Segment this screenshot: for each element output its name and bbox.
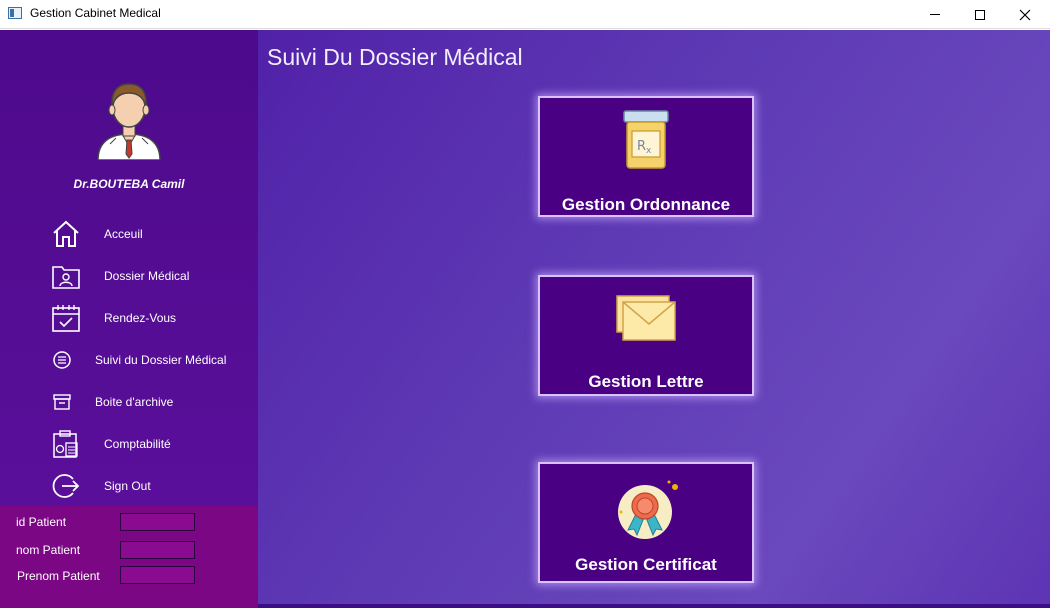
window-titlebar: Gestion Cabinet Medical (0, 0, 1050, 29)
sidebar-item-label: Boite d'archive (95, 395, 174, 409)
sidebar-item-label: Rendez-Vous (104, 311, 177, 325)
home-icon (53, 220, 79, 247)
sidebar-item-label: Dossier Médical (104, 269, 190, 283)
sidebar-item-comptabilite[interactable]: Comptabilité (0, 425, 258, 465)
minimize-icon (930, 14, 940, 15)
prenom-patient-label: Prenom Patient (17, 569, 100, 583)
sidebar-item-label: Suivi du Dossier Médical (95, 353, 227, 367)
envelope-icon (616, 295, 676, 341)
svg-text:R: R (637, 139, 646, 154)
nom-patient-label: nom Patient (16, 543, 81, 557)
sidebar-item-suivi-dossier[interactable]: Suivi du Dossier Médical (0, 341, 258, 381)
gestion-ordonnance-button[interactable]: R x Gestion Ordonnance (538, 96, 754, 217)
close-icon (1019, 9, 1031, 20)
folder-user-icon (52, 266, 80, 289)
sign-out-icon (52, 474, 80, 498)
maximize-button[interactable] (957, 0, 1003, 29)
sidebar-item-dossier-medical[interactable]: Dossier Médical (0, 257, 258, 297)
doctor-name: Dr.BOUTEBA Camil (73, 177, 185, 191)
prenom-patient-field[interactable] (120, 566, 195, 584)
svg-text:x: x (646, 146, 652, 156)
minimize-button[interactable] (912, 0, 958, 29)
sidebar-item-acceuil[interactable]: Acceuil (0, 215, 258, 255)
id-patient-field[interactable] (120, 513, 195, 531)
calendar-check-icon (52, 305, 80, 332)
id-patient-label: id Patient (16, 515, 67, 529)
card-label: Gestion Certificat (575, 555, 717, 574)
patient-info-panel: id Patient nom Patient Prenom Patient (0, 506, 258, 608)
card-label: Gestion Lettre (588, 372, 704, 391)
page-title: Suivi Du Dossier Médical (267, 44, 523, 70)
nom-patient-field[interactable] (120, 541, 195, 559)
main-content: Suivi Du Dossier Médical R x Gestion Ord… (258, 30, 1050, 608)
sidebar-item-label: Comptabilité (104, 437, 171, 451)
award-badge-icon (618, 480, 678, 539)
close-button[interactable] (1002, 0, 1048, 29)
sidebar-item-sign-out[interactable]: Sign Out (0, 467, 258, 507)
sidebar-item-rendez-vous[interactable]: Rendez-Vous (0, 299, 258, 339)
list-circle-icon (53, 351, 71, 369)
archive-box-icon (53, 394, 71, 410)
sidebar-item-label: Sign Out (104, 479, 151, 493)
sidebar-item-label: Acceuil (104, 227, 143, 241)
doctor-avatar (97, 83, 161, 160)
accounting-icon (53, 430, 78, 458)
prescription-jar-icon: R x (623, 110, 669, 169)
card-label: Gestion Ordonnance (561, 195, 731, 214)
sidebar-item-archive[interactable]: Boite d'archive (0, 383, 258, 423)
app-window-icon (8, 7, 22, 19)
window-title: Gestion Cabinet Medical (30, 6, 161, 20)
gestion-lettre-button[interactable]: Gestion Lettre (538, 275, 754, 396)
gestion-certificat-button[interactable]: Gestion Certificat (538, 462, 754, 583)
maximize-icon (975, 9, 985, 20)
sidebar: Dr.BOUTEBA Camil Acceuil Dossier Médical… (0, 30, 258, 506)
